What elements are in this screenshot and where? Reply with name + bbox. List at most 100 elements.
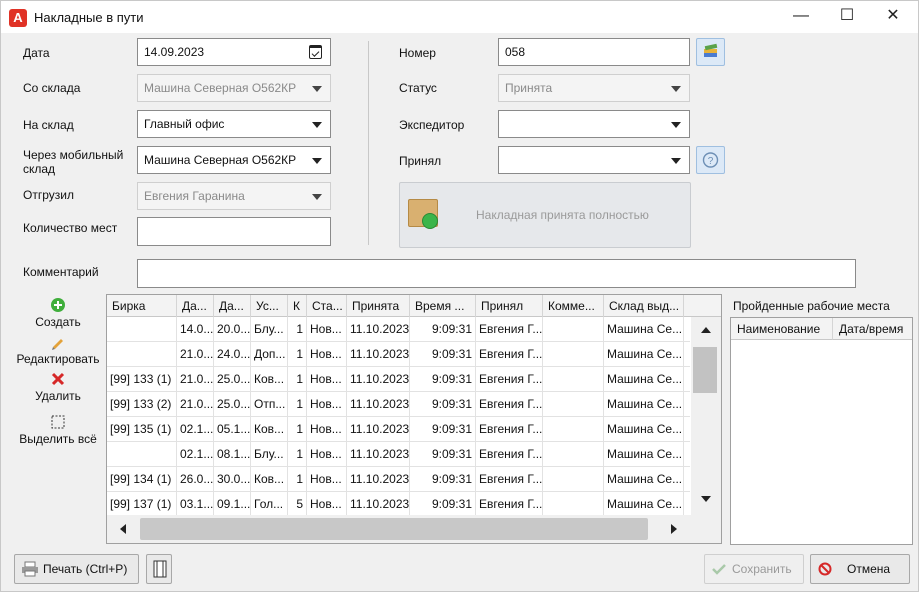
horizontal-scrollbar[interactable] (107, 515, 721, 543)
vertical-scrollbar[interactable] (691, 317, 721, 515)
comment-label: Комментарий (23, 265, 99, 279)
table-cell-col-date2: 08.1... (214, 442, 251, 467)
table-cell-col-comment (543, 392, 604, 417)
received-by-select[interactable] (498, 146, 690, 174)
select-all-tool[interactable]: Выделить всё (15, 414, 101, 446)
scroll-thumb[interactable] (693, 347, 717, 393)
status-value: Принята (505, 81, 553, 95)
table-header-col-date1[interactable]: Да... (177, 295, 214, 317)
table-header: Бирка Да... Да... Ус... К Ста... Принята Время … (107, 295, 721, 317)
create-tool[interactable]: Создать (15, 297, 101, 329)
received-by-label: Принял (399, 154, 442, 168)
table-cell-col-tag (107, 442, 177, 467)
chevron-down-icon[interactable] (312, 158, 322, 164)
table-header-col-accepted[interactable]: Принята (347, 295, 410, 317)
table-header-col-time[interactable]: Время ... (410, 295, 476, 317)
table-cell-col-receiver: Евгения Г... (476, 392, 543, 417)
chevron-down-icon[interactable] (671, 158, 681, 164)
books-icon (704, 43, 718, 57)
table-row[interactable]: 21.0... 24.0... Доп... 1 Нов... 11.10.2023 9:0… (107, 342, 690, 367)
workplaces-table[interactable]: Наименование Дата/время (730, 317, 913, 545)
report-template-button[interactable] (146, 554, 172, 584)
table-cell-col-warehouse: Машина Се... (604, 467, 684, 492)
table-header-col-tag[interactable]: Бирка (107, 295, 177, 317)
table-cell-col-date1: 03.1... (177, 492, 214, 517)
minimize-button[interactable]: — (778, 1, 824, 33)
table-header-col-date2[interactable]: Да... (214, 295, 251, 317)
table-header-col-service[interactable]: Ус... (251, 295, 288, 317)
table-cell-col-comment (543, 442, 604, 467)
table-cell-col-date1: 21.0... (177, 392, 214, 417)
number-input[interactable]: 058 (498, 38, 690, 66)
scroll-up-icon[interactable] (701, 327, 711, 333)
table-row[interactable]: [99] 134 (1) 26.0... 30.0... Ков... 1 Нов... 1… (107, 467, 690, 492)
waybill-items-table[interactable]: Бирка Да... Да... Ус... К Ста... Принята Время … (106, 294, 722, 544)
svg-text:?: ? (708, 156, 714, 167)
to-warehouse-select[interactable]: Главный офис (137, 110, 331, 138)
table-row[interactable]: [99] 137 (1) 03.1... 09.1... Гол... 5 Нов... 1… (107, 492, 690, 517)
printer-icon (22, 561, 38, 577)
via-mobile-label: Через мобильный склад (23, 148, 124, 176)
table-cell-col-comment (543, 467, 604, 492)
scroll-down-icon[interactable] (701, 496, 711, 502)
workplaces-col-datetime[interactable]: Дата/время (833, 318, 912, 340)
edit-tool[interactable]: Редактировать (15, 334, 101, 366)
table-row[interactable]: 14.0... 20.0... Блу... 1 Нов... 11.10.2023 9:0… (107, 317, 690, 342)
chevron-down-icon (671, 86, 681, 92)
chevron-down-icon[interactable] (671, 122, 681, 128)
table-row[interactable]: [99] 133 (1) 21.0... 25.0... Ков... 1 Нов... 1… (107, 367, 690, 392)
to-warehouse-value: Главный офис (144, 117, 225, 131)
workplaces-col-name[interactable]: Наименование (731, 318, 833, 340)
table-cell-col-service: Блу... (251, 317, 288, 342)
table-cell-col-comment (543, 492, 604, 517)
print-label: Печать (Ctrl+P) (43, 562, 128, 576)
scroll-thumb[interactable] (140, 518, 648, 540)
forwarder-select[interactable] (498, 110, 690, 138)
table-cell-col-date2: 24.0... (214, 342, 251, 367)
table-cell-col-warehouse: Машина Се... (604, 442, 684, 467)
table-cell-col-count: 1 (288, 417, 307, 442)
table-cell-col-time: 9:09:31 (410, 442, 476, 467)
cancel-button[interactable]: Отмена (810, 554, 910, 584)
date-field[interactable]: 14.09.2023 (137, 38, 331, 66)
print-button[interactable]: Печать (Ctrl+P) (14, 554, 139, 584)
column-divider (368, 41, 369, 245)
table-cell-col-status: Нов... (307, 417, 347, 442)
chevron-down-icon[interactable] (312, 122, 322, 128)
shipped-by-value: Евгения Гаранина (144, 189, 245, 203)
table-cell-col-count: 1 (288, 317, 307, 342)
comment-input[interactable] (137, 259, 856, 288)
table-cell-col-date1: 26.0... (177, 467, 214, 492)
maximize-button[interactable]: ☐ (824, 1, 870, 33)
number-generate-button[interactable] (696, 38, 725, 66)
table-header-col-status[interactable]: Ста... (307, 295, 347, 317)
help-button[interactable]: ? (696, 146, 725, 174)
question-icon: ? (702, 152, 719, 168)
table-header-col-count[interactable]: К (288, 295, 307, 317)
close-button[interactable]: ✕ (870, 1, 916, 33)
scroll-right-icon[interactable] (671, 524, 677, 534)
scroll-left-icon[interactable] (120, 524, 126, 534)
table-header-col-comment[interactable]: Комме... (543, 295, 604, 317)
table-row[interactable]: [99] 135 (1) 02.1... 05.1... Ков... 1 Нов... 1… (107, 417, 690, 442)
create-label: Создать (35, 315, 81, 329)
table-header-col-warehouse[interactable]: Склад выд... (604, 295, 684, 317)
table-row[interactable]: [99] 133 (2) 21.0... 25.0... Отп... 1 Нов... 1… (107, 392, 690, 417)
delete-tool[interactable]: Удалить (15, 371, 101, 403)
table-header-col-receiver[interactable]: Принял (476, 295, 543, 317)
via-mobile-select[interactable]: Машина Северная О562КР (137, 146, 331, 174)
delete-label: Удалить (35, 389, 81, 403)
table-cell-col-time: 9:09:31 (410, 417, 476, 442)
from-warehouse-label: Со склада (23, 81, 81, 95)
save-button[interactable]: Сохранить (704, 554, 804, 584)
table-cell-col-status: Нов... (307, 392, 347, 417)
places-count-input[interactable] (137, 217, 331, 246)
table-cell-col-service: Блу... (251, 442, 288, 467)
table-row[interactable]: 02.1... 08.1... Блу... 1 Нов... 11.10.2023 9:0… (107, 442, 690, 467)
calendar-icon[interactable] (309, 45, 322, 59)
table-cell-col-service: Ков... (251, 467, 288, 492)
workplaces-title: Пройденные рабочие места (733, 299, 890, 313)
table-cell-col-tag (107, 342, 177, 367)
table-cell-col-time: 9:09:31 (410, 342, 476, 367)
table-cell-col-tag: [99] 137 (1) (107, 492, 177, 517)
